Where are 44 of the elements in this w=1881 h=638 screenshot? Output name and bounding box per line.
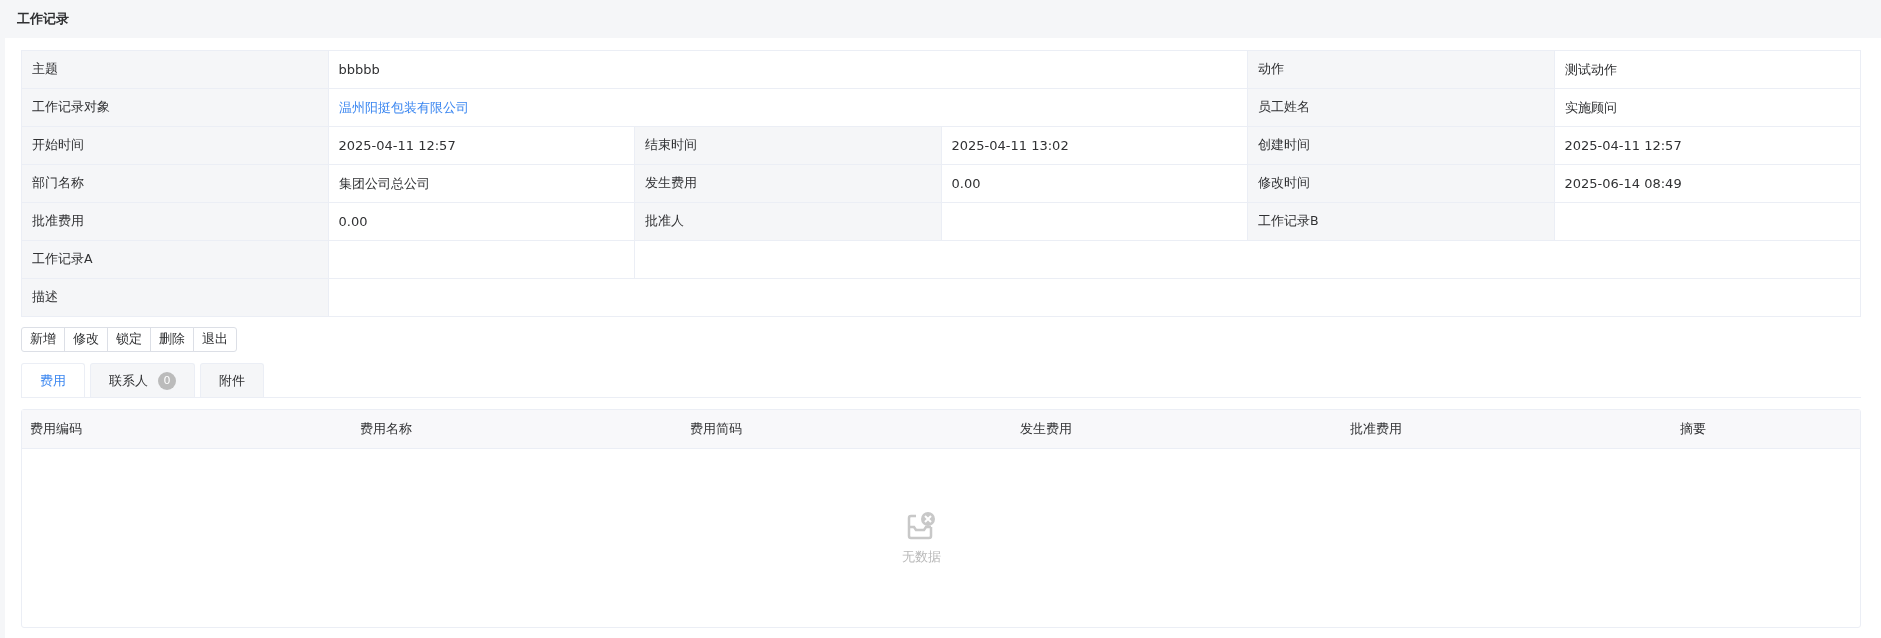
action-button[interactable]: 删除 [150, 327, 194, 352]
field-value: 实施顾问 [1564, 99, 1617, 115]
field-value: 2025-06-14 08:49 [1564, 176, 1682, 191]
field-label: 发生费用 [645, 175, 697, 190]
field-label: 主题 [32, 61, 58, 76]
field-value: 测试动作 [1564, 61, 1617, 77]
field-label: 批准人 [645, 213, 684, 228]
field-value: 2025-04-11 13:02 [951, 138, 1069, 153]
tab[interactable]: 附件 [200, 363, 264, 397]
field-label: 工作记录A [32, 251, 93, 266]
count-badge: 0 [158, 371, 176, 390]
action-button[interactable]: 锁定 [107, 327, 151, 352]
field-label: 部门名称 [32, 175, 84, 190]
field-link[interactable]: 温州阳挺包装有限公司 [338, 99, 469, 115]
field-value: 2025-04-11 12:57 [338, 138, 456, 153]
column-header: 发生费用 [1019, 420, 1073, 438]
column-header: 费用编码 [29, 420, 83, 438]
tab[interactable]: 费用 [21, 363, 85, 397]
field-label: 创建时间 [1258, 137, 1310, 152]
field-label: 批准费用 [32, 213, 84, 228]
action-button[interactable]: 修改 [64, 327, 108, 352]
field-label: 修改时间 [1258, 175, 1310, 190]
column-header: 费用简码 [689, 420, 743, 438]
empty-text: 无数据 [901, 548, 941, 566]
field-label: 工作记录对象 [32, 99, 110, 114]
field-label: 描述 [32, 289, 58, 304]
field-value: 0.00 [951, 176, 981, 191]
field-value: bbbbb [338, 62, 380, 77]
tab[interactable]: 联系人 0 [90, 363, 195, 397]
column-header: 批准费用 [1349, 420, 1403, 438]
action-button[interactable]: 新增 [21, 327, 65, 352]
field-label: 结束时间 [645, 137, 697, 152]
field-label: 员工姓名 [1258, 99, 1310, 114]
page-title: 工作记录 [17, 10, 69, 28]
field-label: 动作 [1258, 61, 1284, 76]
empty-inbox-icon [906, 510, 936, 541]
field-label: 工作记录B [1258, 213, 1319, 228]
field-value: 集团公司总公司 [338, 175, 430, 191]
column-header: 费用名称 [359, 420, 413, 438]
field-label: 开始时间 [32, 137, 84, 152]
field-value: 0.00 [338, 214, 368, 229]
action-button[interactable]: 退出 [193, 327, 237, 352]
column-header: 摘要 [1679, 420, 1707, 438]
field-value: 2025-04-11 12:57 [1564, 138, 1682, 153]
